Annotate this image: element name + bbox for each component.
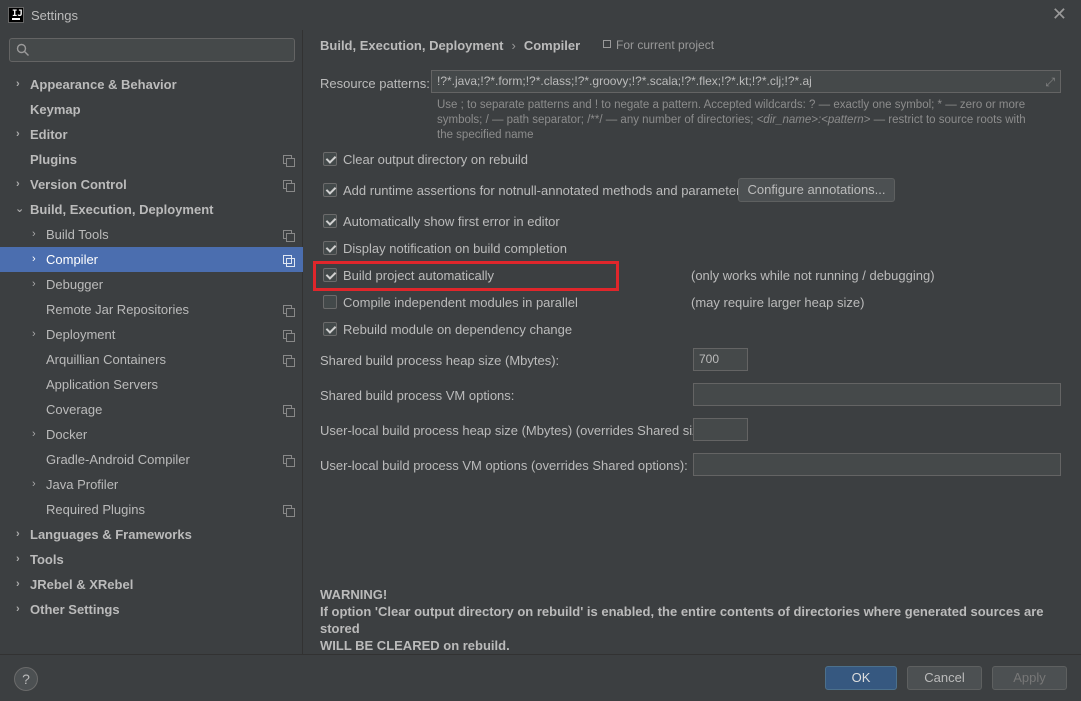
project-scope-icon [283, 155, 295, 167]
checkbox-checked-icon[interactable] [323, 322, 337, 336]
dialog-footer: ? OK Cancel Apply [0, 654, 1081, 701]
resource-patterns-field[interactable]: !?*.java;!?*.form;!?*.class;!?*.groovy;!… [431, 70, 1061, 93]
checkbox-checked-icon[interactable] [323, 152, 337, 166]
chevron-right-icon: › [16, 528, 20, 540]
shared-heap-field[interactable]: 700 [693, 348, 748, 371]
chevron-right-icon: › [16, 178, 20, 190]
chevron-right-icon: › [16, 128, 20, 140]
user-vm-options-field[interactable] [693, 453, 1061, 476]
sidebar-item-plugins[interactable]: Plugins [0, 147, 303, 172]
breadcrumb-current: Compiler [523, 38, 581, 53]
sidebar-item-docker[interactable]: › Docker [0, 422, 303, 447]
chevron-right-icon: › [32, 478, 36, 490]
warning-message: WARNING! If option 'Clear output directo… [320, 586, 1081, 654]
sidebar-item-tools[interactable]: › Tools [0, 547, 303, 572]
project-scope-icon [283, 455, 295, 467]
sidebar-item-gradle-android-compiler[interactable]: Gradle-Android Compiler [0, 447, 303, 472]
chevron-right-icon: › [32, 228, 36, 240]
chevron-right-icon: › [16, 603, 20, 615]
window-title: Settings [31, 8, 78, 23]
sidebar-item-jrebel-xrebel[interactable]: › JRebel & XRebel [0, 572, 303, 597]
apply-button[interactable]: Apply [992, 666, 1067, 690]
ok-button[interactable]: OK [825, 666, 897, 690]
sidebar-item-version-control[interactable]: › Version Control [0, 172, 303, 197]
checkbox-checked-icon[interactable] [323, 241, 337, 255]
cancel-button[interactable]: Cancel [907, 666, 982, 690]
chevron-right-icon: › [16, 78, 20, 90]
intellij-app-icon: IJ [8, 7, 24, 23]
shared-vm-options-label: Shared build process VM options: [320, 388, 515, 403]
sidebar-item-appearance-behavior[interactable]: › Appearance & Behavior [0, 72, 303, 97]
sidebar-item-languages-frameworks[interactable]: › Languages & Frameworks [0, 522, 303, 547]
build-automatically-note: (only works while not running / debuggin… [691, 268, 935, 283]
sidebar-item-required-plugins[interactable]: Required Plugins [0, 497, 303, 522]
sidebar-item-build-execution-deployment[interactable]: ⌄ Build, Execution, Deployment [0, 197, 303, 222]
sidebar-item-java-profiler[interactable]: › Java Profiler [0, 472, 303, 497]
chevron-right-icon: › [16, 553, 20, 565]
sidebar-item-deployment[interactable]: › Deployment [0, 322, 303, 347]
scope-note: For current project [603, 38, 714, 52]
project-scope-icon [603, 39, 611, 48]
sidebar-item-editor[interactable]: › Editor [0, 122, 303, 147]
configure-annotations-button[interactable]: Configure annotations... [738, 178, 895, 202]
user-vm-options-label: User-local build process VM options (ove… [320, 458, 688, 473]
project-scope-icon [283, 405, 295, 417]
expand-icon[interactable]: ⤢ [1045, 75, 1055, 90]
sidebar-item-arquillian-containers[interactable]: Arquillian Containers [0, 347, 303, 372]
project-scope-icon [283, 505, 295, 517]
chevron-down-icon: ⌄ [15, 203, 25, 215]
chevron-right-icon: › [16, 578, 20, 590]
project-scope-icon [283, 180, 295, 192]
breadcrumb-parent[interactable]: Build, Execution, Deployment [320, 38, 503, 53]
chevron-right-icon: › [32, 253, 36, 265]
shared-vm-options-field[interactable] [693, 383, 1061, 406]
checkbox-unchecked-icon[interactable] [323, 295, 337, 309]
shared-heap-label: Shared build process heap size (Mbytes): [320, 353, 560, 368]
user-heap-field[interactable] [693, 418, 748, 441]
close-icon[interactable]: ✕ [1052, 4, 1067, 24]
breadcrumb-separator: › [511, 38, 516, 53]
checkbox-checked-icon[interactable] [323, 268, 337, 282]
sidebar-item-build-tools[interactable]: › Build Tools [0, 222, 303, 247]
chevron-right-icon: › [32, 428, 36, 440]
sidebar-item-other-settings[interactable]: › Other Settings [0, 597, 303, 622]
checkbox-checked-icon[interactable] [323, 183, 337, 197]
sidebar-item-application-servers[interactable]: Application Servers [0, 372, 303, 397]
settings-sidebar: › Appearance & Behavior Keymap › Editor … [0, 30, 303, 654]
compiler-settings-panel: Build, Execution, Deployment › Compiler Fo… [304, 30, 1081, 654]
resource-patterns-label: Resource patterns: [320, 76, 430, 91]
help-button[interactable]: ? [14, 667, 38, 691]
warning-title: WARNING! [320, 587, 388, 602]
resource-patterns-hint: Use ; to separate patterns and ! to nega… [437, 99, 1026, 141]
compile-parallel-note: (may require larger heap size) [691, 295, 865, 310]
chevron-right-icon: › [32, 278, 36, 290]
chevron-right-icon: › [32, 328, 36, 340]
checkbox-checked-icon[interactable] [323, 214, 337, 228]
project-scope-icon [283, 305, 295, 317]
project-scope-icon [283, 355, 295, 367]
settings-tree: › Appearance & Behavior Keymap › Editor … [0, 72, 303, 622]
sidebar-item-keymap[interactable]: Keymap [0, 97, 303, 122]
user-heap-label: User-local build process heap size (Mbyt… [320, 423, 714, 438]
project-scope-icon [283, 255, 295, 267]
search-icon [16, 43, 29, 56]
sidebar-item-compiler[interactable]: › Compiler [0, 247, 303, 272]
sidebar-item-debugger[interactable]: › Debugger [0, 272, 303, 297]
project-scope-icon [283, 330, 295, 342]
title-bar: IJ Settings ✕ [0, 0, 1081, 30]
sidebar-item-coverage[interactable]: Coverage [0, 397, 303, 422]
project-scope-icon [283, 230, 295, 242]
breadcrumb: Build, Execution, Deployment › Compiler [320, 38, 580, 53]
sidebar-item-remote-jar-repositories[interactable]: Remote Jar Repositories [0, 297, 303, 322]
search-input[interactable] [9, 38, 295, 62]
